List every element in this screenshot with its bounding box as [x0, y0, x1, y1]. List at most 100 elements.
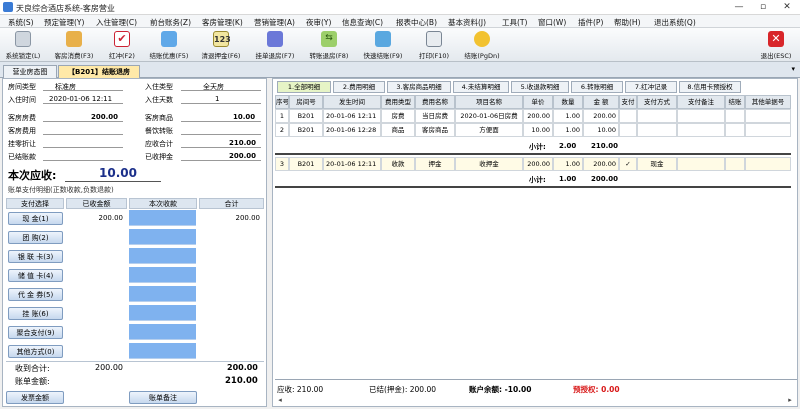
- hold-checkout-button[interactable]: 挂单退房(F7): [252, 30, 298, 60]
- tab-room-status[interactable]: 营业房态图: [3, 65, 57, 78]
- tab-fee-details[interactable]: 2.费用明细: [333, 81, 385, 93]
- menu-night-audit[interactable]: 夜审(Y): [306, 17, 331, 28]
- tab-transfer-details[interactable]: 6.转账明细: [571, 81, 623, 93]
- scroll-right-icon[interactable]: ▸: [785, 395, 795, 405]
- collected-label: 收到合计:: [15, 364, 50, 373]
- footer-receivable: 应收: 210.00: [277, 385, 324, 394]
- days-value: 1: [215, 95, 220, 103]
- due-label: 本次应收:: [8, 169, 57, 182]
- room-fee-value: 200.00: [91, 113, 119, 121]
- pay-credit-button[interactable]: 挂 账(6): [8, 307, 63, 320]
- close-button[interactable]: ✕: [776, 1, 798, 14]
- checkout-button[interactable]: 结账(PgDn): [460, 30, 504, 60]
- menu-checkin[interactable]: 入住管理(C): [96, 17, 137, 28]
- menu-reservation[interactable]: 预定管理(Y): [44, 17, 84, 28]
- scroll-left-icon[interactable]: ◂: [275, 395, 285, 405]
- menu-query[interactable]: 信息查询(C): [342, 17, 383, 28]
- voucher-input[interactable]: [129, 286, 196, 302]
- tab-all-details[interactable]: 1.全部明细: [277, 81, 331, 93]
- menu-help[interactable]: 帮助(H): [614, 17, 641, 28]
- transfer-checkout-button[interactable]: ⇆ 转账退房(F8): [306, 30, 352, 60]
- checkin-time-value: 2020-01-06 12:11: [49, 95, 113, 103]
- pay-cash-button[interactable]: 现 金(1): [8, 212, 63, 225]
- tab-goods-details[interactable]: 3.客房商品明细: [387, 81, 451, 93]
- menu-window[interactable]: 窗口(W): [538, 17, 566, 28]
- receivable-total-value: 210.00: [229, 139, 257, 147]
- pay-stored-card-button[interactable]: 储 值 卡(4): [8, 269, 63, 282]
- menu-reports[interactable]: 报表中心(B): [396, 17, 437, 28]
- group-input[interactable]: [129, 229, 196, 245]
- invoice-amount-button[interactable]: 发票金额: [6, 391, 64, 404]
- subtotal-qty-1: 2.00: [559, 142, 577, 150]
- close-icon: ✕: [768, 31, 784, 47]
- cash-total: 200.00: [235, 214, 261, 222]
- checkout-discount-button[interactable]: 结账优惠(F5): [146, 30, 192, 60]
- tab-unsettled-details[interactable]: 4.未结算明细: [453, 81, 509, 93]
- stored-card-input[interactable]: [129, 267, 196, 283]
- page-tab-strip: 营业房态图 【B201】结账退房 ▾: [0, 62, 800, 78]
- due-value: 10.00: [99, 166, 137, 180]
- tab-preauth[interactable]: 8.信用卡预授权: [679, 81, 741, 93]
- table-row-2-cell[interactable]: 2: [275, 123, 289, 137]
- pay-group-button[interactable]: 团 购(2): [8, 231, 63, 244]
- lock-icon: [15, 31, 31, 47]
- deposit-value: 200.00: [229, 152, 257, 160]
- red-reverse-button[interactable]: ✔ 红冲(F2): [104, 30, 140, 60]
- refund-deposit-button[interactable]: 123 清退押金(F6): [198, 30, 244, 60]
- tab-checkout[interactable]: 【B201】结账退房: [58, 65, 140, 78]
- menu-tools[interactable]: 工具(T): [502, 17, 527, 28]
- pay-aggregate-button[interactable]: 聚合支付(9): [8, 326, 63, 339]
- restore-button[interactable]: ▫: [752, 1, 774, 14]
- room-consume-button[interactable]: 客房消费(F3): [50, 30, 98, 60]
- col-pay-select: 支付选择: [6, 198, 64, 209]
- menu-marketing[interactable]: 营销管理(A): [254, 17, 295, 28]
- bill-detail-panel: 1.全部明细 2.费用明细 3.客房商品明细 4.未结算明细 5.收退款明细 6…: [272, 78, 798, 407]
- subtotal-label-2: 小计:: [529, 176, 546, 184]
- quick-checkout-button[interactable]: 快速结账(F9): [360, 30, 406, 60]
- tab-red-records[interactable]: 7.红冲记录: [625, 81, 677, 93]
- table-row-3-cell[interactable]: 3: [275, 157, 289, 171]
- other-input[interactable]: [129, 343, 196, 359]
- paid-check-icon[interactable]: ✓: [619, 157, 637, 171]
- chevron-down-icon[interactable]: ▾: [791, 65, 795, 73]
- menu-system[interactable]: 系统(S): [8, 17, 34, 28]
- aggregate-input[interactable]: [129, 324, 196, 340]
- subtotal-qty-2: 1.00: [559, 175, 577, 183]
- pay-unionpay-button[interactable]: 银 联 卡(3): [8, 250, 63, 263]
- subtotal-amount-2: 200.00: [591, 175, 619, 183]
- menu-exit[interactable]: 退出系统(Q): [654, 17, 696, 28]
- app-icon: [3, 2, 13, 12]
- minimize-button[interactable]: —: [728, 1, 750, 14]
- numbers-icon: 123: [213, 31, 231, 47]
- pay-voucher-button[interactable]: 代 金 券(5): [8, 288, 63, 301]
- discount-icon: [161, 31, 177, 47]
- toolbar: 系统锁定(L) 客房消费(F3) ✔ 红冲(F2) 结账优惠(F5) 123 清…: [0, 28, 800, 62]
- credit-input[interactable]: [129, 305, 196, 321]
- menu-front-desk[interactable]: 前台账务(Z): [150, 17, 191, 28]
- footer-settled: 已结(押金): 200.00: [369, 385, 437, 394]
- col-this-payment: 本次收款: [129, 198, 197, 209]
- lock-system-button[interactable]: 系统锁定(L): [3, 30, 43, 60]
- cash-input[interactable]: [129, 210, 196, 226]
- tab-refund-details[interactable]: 5.收退款明细: [511, 81, 569, 93]
- subtotal-label-1: 小计:: [529, 143, 546, 151]
- table-row-1-cell[interactable]: 1: [275, 109, 289, 123]
- bill-label: 账单金额:: [15, 377, 50, 386]
- footer-preauth: 预授权: 0.00: [573, 385, 620, 394]
- menu-plugins[interactable]: 插件(P): [578, 17, 603, 28]
- pay-other-button[interactable]: 其他方式(0): [8, 345, 63, 358]
- quick-icon: [375, 31, 391, 47]
- menu-room-mgmt[interactable]: 客房管理(K): [202, 17, 243, 28]
- col-paid: 已收金额: [66, 198, 127, 209]
- coin-icon: [474, 31, 490, 47]
- cart-icon: [66, 31, 82, 47]
- col-total: 合计: [199, 198, 264, 209]
- collected-total: 200.00: [227, 363, 258, 372]
- bill-note-button[interactable]: 账单备注: [129, 391, 197, 404]
- print-button[interactable]: 打印(F10): [412, 30, 456, 60]
- unionpay-input[interactable]: [129, 248, 196, 264]
- checkmark-icon: ✔: [114, 31, 130, 47]
- menu-basic-data[interactable]: 基本资料(J): [448, 17, 486, 28]
- exit-button[interactable]: ✕ 退出(ESC): [756, 30, 796, 60]
- bill-amount: 210.00: [225, 376, 258, 386]
